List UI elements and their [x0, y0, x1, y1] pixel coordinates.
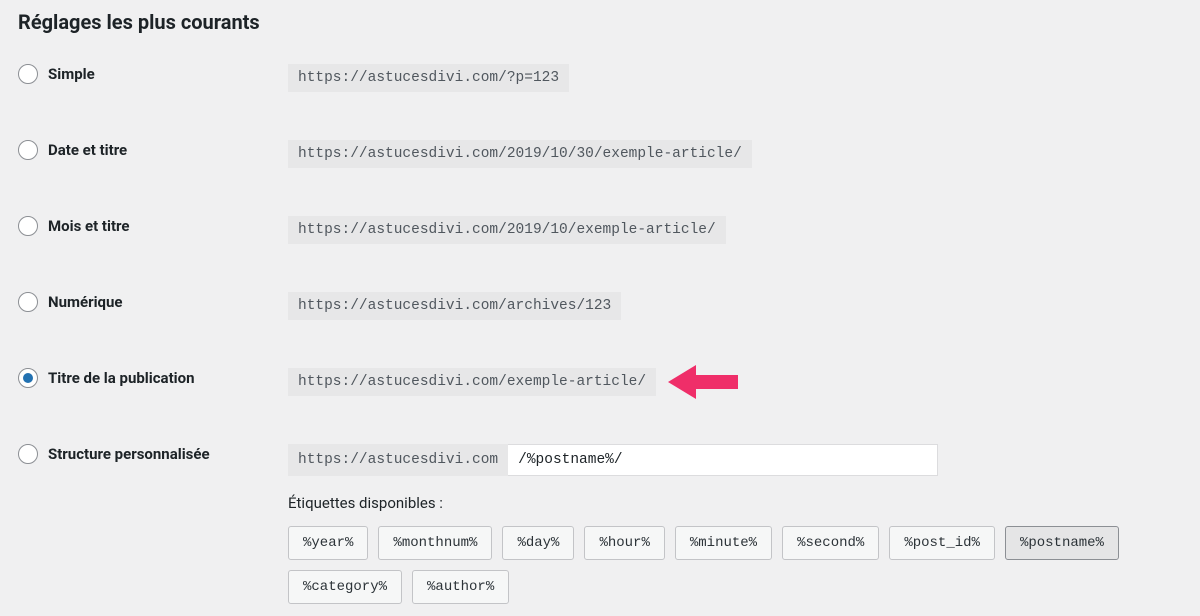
option-row-date: Date et titre https://astucesdivi.com/20… — [18, 140, 1182, 168]
available-tags-label: Étiquettes disponibles : — [288, 494, 443, 512]
tag-button[interactable]: %category% — [288, 570, 402, 604]
tag-button[interactable]: %day% — [502, 526, 574, 560]
radio-numeric[interactable] — [18, 292, 38, 312]
arrow-left-icon — [668, 368, 738, 396]
custom-url-prefix: https://astucesdivi.com — [288, 444, 508, 476]
tag-button[interactable]: %monthnum% — [378, 526, 492, 560]
radio-label-custom[interactable]: Structure personnalisée — [48, 445, 210, 463]
tag-button[interactable]: %year% — [288, 526, 368, 560]
radio-label-numeric[interactable]: Numérique — [48, 293, 123, 311]
tag-button[interactable]: %hour% — [584, 526, 664, 560]
custom-structure-input[interactable] — [508, 444, 938, 476]
url-preview-postname: https://astucesdivi.com/exemple-article/ — [288, 368, 656, 396]
option-row-month: Mois et titre https://astucesdivi.com/20… — [18, 216, 1182, 244]
tag-button[interactable]: %postname% — [1005, 526, 1119, 560]
option-row-custom: Structure personnalisée https://astucesd… — [18, 444, 1182, 604]
section-heading: Réglages les plus courants — [18, 10, 1182, 34]
option-row-simple: Simple https://astucesdivi.com/?p=123 — [18, 64, 1182, 92]
url-preview-date: https://astucesdivi.com/2019/10/30/exemp… — [288, 140, 752, 168]
radio-month[interactable] — [18, 216, 38, 236]
url-preview-month: https://astucesdivi.com/2019/10/exemple-… — [288, 216, 726, 244]
tag-button[interactable]: %second% — [782, 526, 879, 560]
radio-label-month[interactable]: Mois et titre — [48, 217, 129, 235]
tags-container: %year% %monthnum% %day% %hour% %minute% %seco… — [288, 526, 1182, 604]
radio-label-date[interactable]: Date et titre — [48, 141, 127, 159]
radio-date[interactable] — [18, 140, 38, 160]
radio-postname[interactable] — [18, 368, 38, 388]
radio-simple[interactable] — [18, 64, 38, 84]
option-row-postname: Titre de la publication https://astucesd… — [18, 368, 1182, 396]
tag-button[interactable]: %post_id% — [889, 526, 995, 560]
tag-button[interactable]: %minute% — [675, 526, 772, 560]
url-preview-simple: https://astucesdivi.com/?p=123 — [288, 64, 569, 92]
radio-custom[interactable] — [18, 444, 38, 464]
radio-label-simple[interactable]: Simple — [48, 65, 95, 83]
url-preview-numeric: https://astucesdivi.com/archives/123 — [288, 292, 621, 320]
tag-button[interactable]: %author% — [412, 570, 509, 604]
radio-label-postname[interactable]: Titre de la publication — [48, 369, 195, 387]
option-row-numeric: Numérique https://astucesdivi.com/archiv… — [18, 292, 1182, 320]
